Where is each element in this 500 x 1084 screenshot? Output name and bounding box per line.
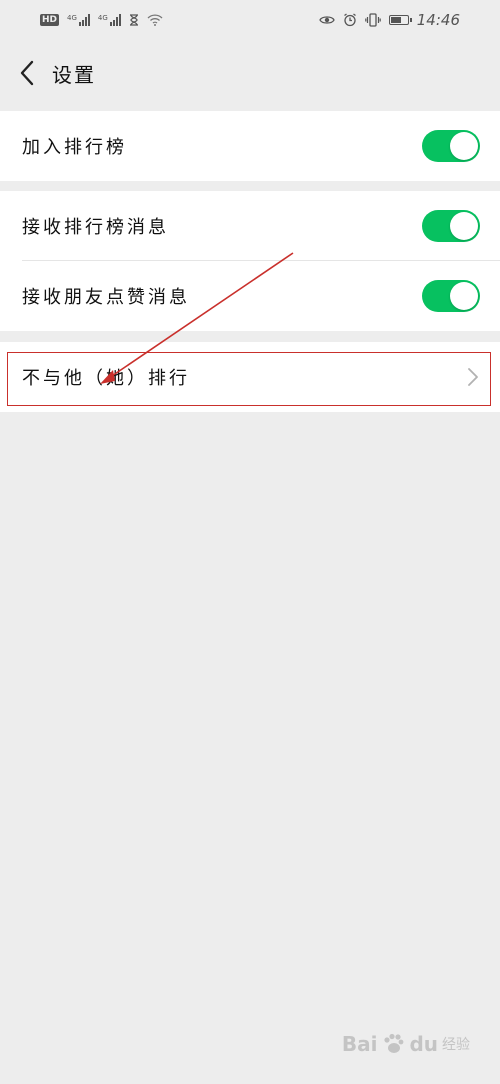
hourglass-icon — [129, 14, 138, 26]
battery-icon — [388, 15, 412, 25]
alarm-icon — [343, 13, 356, 27]
status-time: 14:46 — [416, 11, 460, 29]
signal-icon: 4G — [67, 14, 90, 26]
eye-icon — [319, 16, 335, 24]
status-bar: HD 4G 4G 14:46 — [0, 0, 500, 40]
network-label-2: 4G — [97, 14, 108, 22]
battery-fill — [390, 17, 402, 23]
toggle-knob — [450, 132, 478, 160]
signal-icon-2: 4G — [98, 14, 121, 26]
row-receive-like-msg: 接收朋友点赞消息 — [0, 261, 500, 331]
nav-bar: 设置 — [0, 40, 500, 106]
receive-like-msg-label: 接收朋友点赞消息 — [22, 287, 190, 308]
chevron-right-icon — [468, 368, 478, 386]
wifi-icon — [147, 14, 163, 26]
toggle-knob — [450, 282, 478, 310]
row-exclude-ranking[interactable]: 不与他（她）排行 — [0, 342, 500, 412]
row-join-leaderboard: 加入排行榜 — [0, 111, 500, 181]
baidu-watermark: Bai du 经验 — [342, 1032, 470, 1056]
watermark-brand: Bai — [341, 1032, 378, 1056]
settings-group-exclude: 不与他（她）排行 — [0, 342, 500, 412]
vibrate-icon — [364, 13, 381, 27]
paw-icon — [384, 1033, 404, 1053]
receive-leaderboard-msg-label: 接收排行榜消息 — [22, 217, 169, 238]
back-button[interactable] — [2, 43, 52, 103]
receive-like-msg-toggle[interactable] — [422, 280, 480, 312]
join-leaderboard-toggle[interactable] — [422, 130, 480, 162]
network-label: 4G — [67, 14, 77, 22]
hd-badge: HD — [40, 14, 60, 26]
receive-leaderboard-msg-toggle[interactable] — [422, 210, 480, 242]
toggle-knob — [450, 212, 478, 240]
join-leaderboard-label: 加入排行榜 — [22, 137, 127, 158]
settings-group-leaderboard: 加入排行榜 — [0, 111, 500, 181]
exclude-ranking-label: 不与他（她）排行 — [22, 368, 190, 389]
chevron-left-icon — [20, 60, 34, 86]
page-title: 设置 — [52, 62, 96, 87]
watermark-brand-suffix: du — [409, 1032, 438, 1056]
watermark-sub: 经验 — [442, 1037, 470, 1053]
status-left: HD 4G 4G — [40, 14, 163, 26]
status-right: 14:46 — [319, 11, 460, 29]
row-receive-leaderboard-msg: 接收排行榜消息 — [0, 191, 500, 261]
settings-group-messages: 接收排行榜消息 接收朋友点赞消息 — [0, 191, 500, 331]
